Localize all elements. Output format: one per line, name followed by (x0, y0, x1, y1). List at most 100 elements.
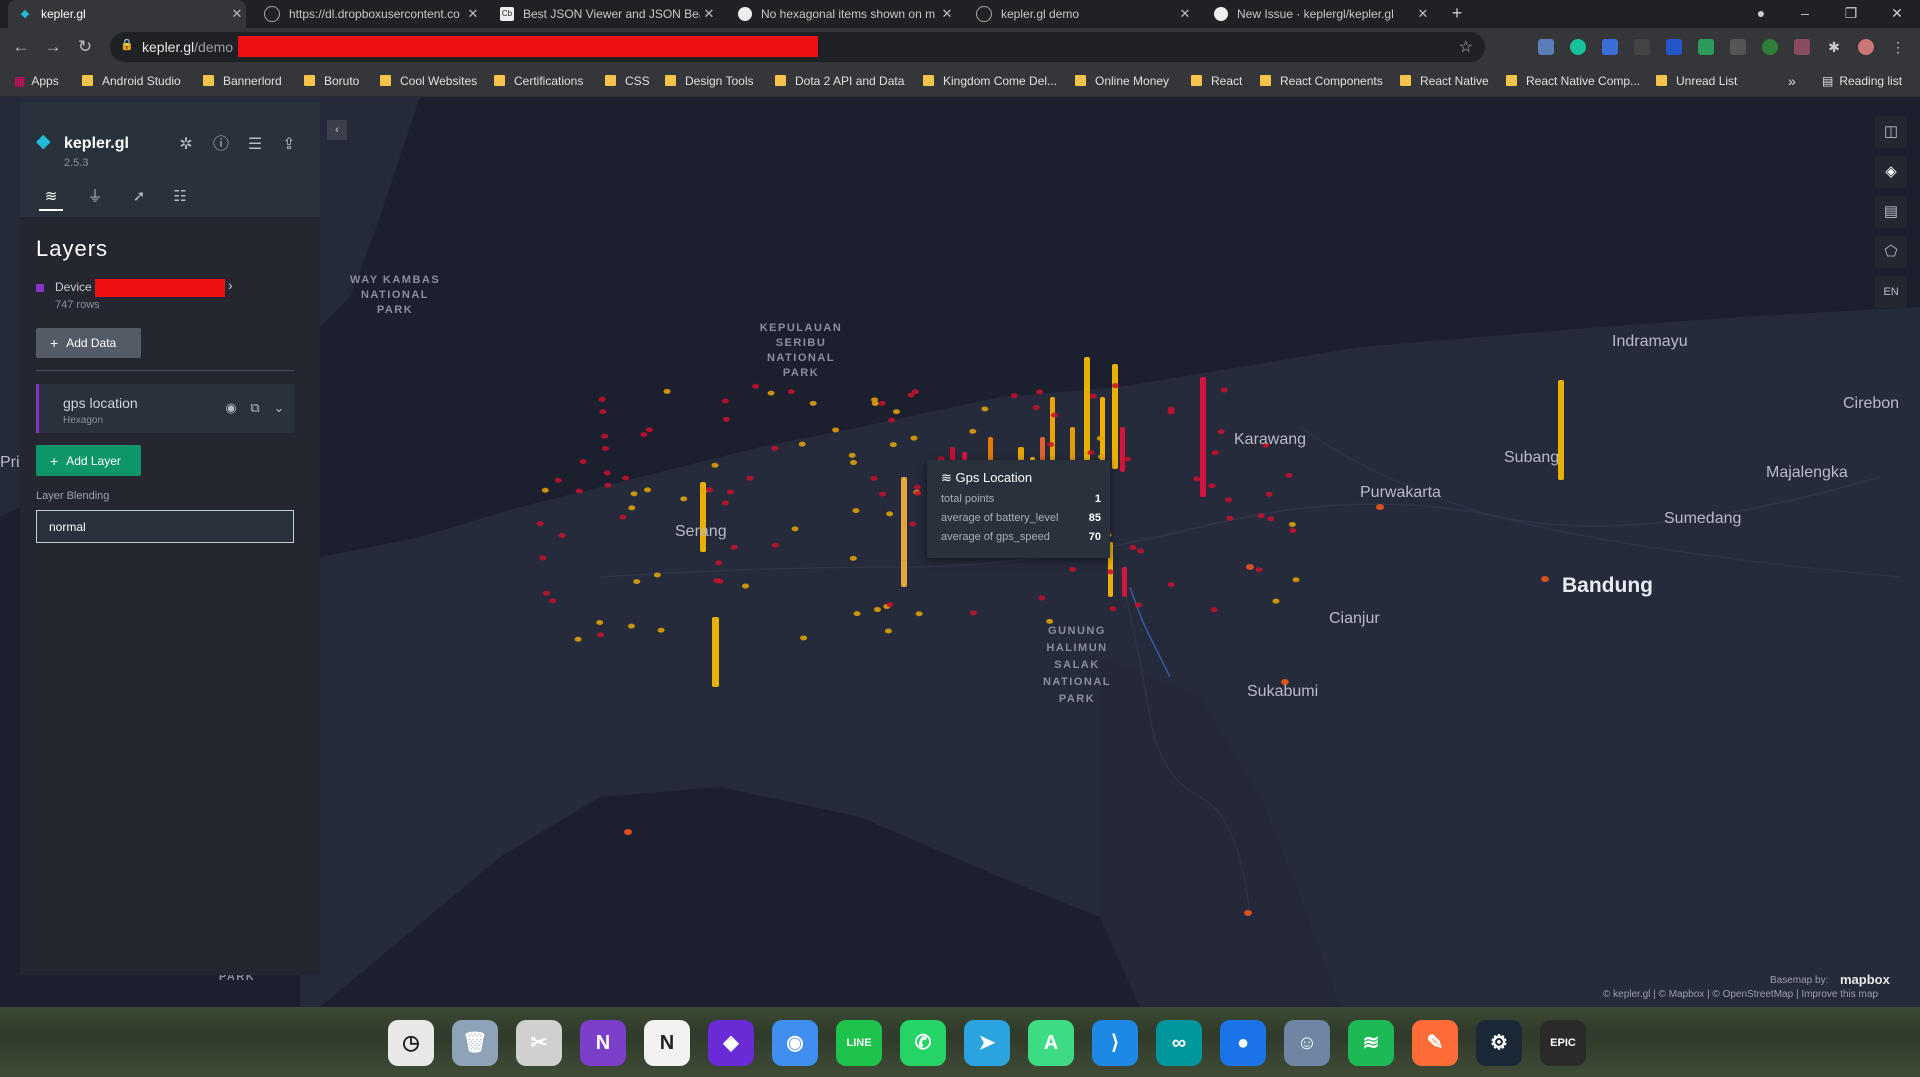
bookmark-folder[interactable]: Kingdom Come Del... (923, 66, 1057, 96)
dock-telegram-icon[interactable]: ➤ (964, 1020, 1010, 1066)
tab-filters[interactable]: ⏚ (83, 185, 107, 209)
tab-layers[interactable]: ≋ (39, 185, 63, 211)
close-icon[interactable]: ✕ (938, 6, 956, 22)
back-button[interactable]: ← (8, 34, 34, 60)
dock-postman-icon[interactable]: ✎ (1412, 1020, 1458, 1066)
bookmark-folder[interactable]: React (1191, 66, 1242, 96)
dock-prism-icon[interactable]: ◆ (708, 1020, 754, 1066)
dock-vscode-icon[interactable]: ⟩ (1092, 1020, 1138, 1066)
tab-dropbox[interactable]: https://dl.dropboxusercontent.co ✕ (254, 0, 482, 28)
eye-icon[interactable]: ◉ (222, 399, 240, 417)
extension-icon[interactable] (1634, 39, 1650, 55)
restore-button[interactable]: ❐ (1828, 0, 1874, 28)
extension-icon[interactable] (1762, 39, 1778, 55)
dock-onenote-icon[interactable]: N (580, 1020, 626, 1066)
extension-icon[interactable] (1794, 39, 1810, 55)
collapse-panel-button[interactable]: ‹ (327, 120, 347, 140)
dock-steam-icon[interactable]: ⚙ (1476, 1020, 1522, 1066)
mapbox-logo[interactable]: mapbox (1840, 972, 1890, 987)
bug-icon[interactable]: ✲ (175, 134, 197, 156)
window-close-button[interactable]: ✕ (1874, 0, 1920, 28)
new-tab-button[interactable]: + (1442, 0, 1472, 28)
3d-map-button[interactable]: ◈ (1875, 156, 1907, 188)
dock-line-icon[interactable]: LINE (836, 1020, 882, 1066)
bookmark-apps[interactable]: ▦ Apps (14, 66, 59, 96)
more-bookmarks-button[interactable]: » (1788, 66, 1796, 96)
bookmark-folder[interactable]: Design Tools (665, 66, 753, 96)
bookmark-folder[interactable]: Dota 2 API and Data (775, 66, 904, 96)
hexagon-point (721, 398, 729, 404)
layer-card[interactable]: gps location Hexagon ◉ ⧉ ⌄ (36, 384, 294, 433)
extension-icon[interactable] (1602, 39, 1618, 55)
grammarly-icon[interactable] (1570, 39, 1586, 55)
address-bar[interactable]: 🔒 kepler.gl/demo ☆ (110, 32, 1485, 62)
kebab-menu-icon[interactable]: ⋮ (1890, 39, 1906, 55)
duplicate-icon[interactable]: ⧉ (246, 399, 264, 417)
hexagon-point (1098, 454, 1106, 460)
draw-polygon-button[interactable]: ⬠ (1875, 236, 1907, 268)
extension-icon[interactable] (1666, 39, 1682, 55)
bookmark-folder[interactable]: Android Studio (82, 66, 181, 96)
bookmark-folder[interactable]: Bannerlord (203, 66, 282, 96)
tab-new-issue[interactable]: New Issue · keplergl/kepler.gl ✕ (1204, 0, 1432, 28)
close-icon[interactable]: ✕ (228, 6, 246, 22)
tab-github-issue[interactable]: No hexagonal items shown on m ✕ (728, 0, 956, 28)
add-data-button[interactable]: + Add Data (36, 328, 141, 358)
dock-spotify-icon[interactable]: ≋ (1348, 1020, 1394, 1066)
dock-arduino-icon[interactable]: ∞ (1156, 1020, 1202, 1066)
dock-snipping-tool-icon[interactable]: ✂ (516, 1020, 562, 1066)
tab-json-viewer[interactable]: Cb Best JSON Viewer and JSON Bea ✕ (490, 0, 718, 28)
database-icon[interactable]: ☰ (244, 134, 266, 156)
dock-maps-icon[interactable]: ● (1220, 1020, 1266, 1066)
dock-clock-icon[interactable]: ◷ (388, 1020, 434, 1066)
add-layer-button[interactable]: + Add Layer (36, 445, 141, 476)
legend-button[interactable]: ▤ (1875, 196, 1907, 228)
forward-button[interactable]: → (40, 34, 66, 60)
chevron-down-icon[interactable]: ⌄ (270, 399, 288, 417)
tab-map-settings[interactable]: ☷ (168, 185, 192, 209)
dock-finder-icon[interactable]: ☺ (1284, 1020, 1330, 1066)
puzzle-icon[interactable]: ✱ (1826, 39, 1842, 55)
tab-search-icon[interactable]: ● (1738, 0, 1784, 28)
bookmark-folder[interactable]: Cool Websites (380, 66, 477, 96)
bookmark-folder[interactable]: Certifications (494, 66, 583, 96)
reading-list-button[interactable]: ▤ Reading list (1822, 66, 1902, 96)
hexagon-point (598, 396, 606, 402)
bookmark-folder[interactable]: React Components (1260, 66, 1383, 96)
bookmark-star-icon[interactable]: ☆ (1459, 37, 1473, 57)
chevron-right-icon[interactable]: › (228, 277, 233, 293)
minimize-button[interactable]: – (1782, 0, 1828, 28)
extension-icon[interactable] (1730, 39, 1746, 55)
split-map-button[interactable]: ◫ (1875, 116, 1907, 148)
dock-trash-icon[interactable]: 🗑 (452, 1020, 498, 1066)
dataset-name[interactable]: Device (55, 280, 92, 294)
close-icon[interactable]: ✕ (1176, 6, 1194, 22)
extension-icon[interactable] (1698, 39, 1714, 55)
bookmark-folder[interactable]: Unread List (1656, 66, 1737, 96)
share-icon[interactable]: ⇪ (278, 134, 300, 156)
dock-notion-icon[interactable]: N (644, 1020, 690, 1066)
locale-button[interactable]: EN (1875, 276, 1907, 308)
dock-chrome-icon[interactable]: ◉ (772, 1020, 818, 1066)
hexagon-column (1050, 397, 1055, 467)
bookmark-folder[interactable]: CSS (605, 66, 650, 96)
bookmark-folder[interactable]: React Native (1400, 66, 1489, 96)
bookmark-folder[interactable]: React Native Comp... (1506, 66, 1640, 96)
dock-android-studio-icon[interactable]: A (1028, 1020, 1074, 1066)
bookmark-folder[interactable]: Online Money (1075, 66, 1169, 96)
avatar[interactable] (1858, 39, 1874, 55)
tab-kepler-demo[interactable]: kepler.gl demo ✕ (966, 0, 1194, 28)
close-icon[interactable]: ✕ (700, 6, 718, 22)
close-icon[interactable]: ✕ (1414, 6, 1432, 22)
extension-icon[interactable] (1538, 39, 1554, 55)
dock-epic-games-icon[interactable]: EPIC (1540, 1020, 1586, 1066)
map-attribution[interactable]: © kepler.gl | © Mapbox | © OpenStreetMap… (1603, 989, 1878, 1000)
layer-blending-select[interactable]: normal (36, 510, 294, 543)
info-icon[interactable]: ⓘ (210, 134, 232, 156)
bookmark-folder[interactable]: Boruto (304, 66, 359, 96)
dock-whatsapp-icon[interactable]: ✆ (900, 1020, 946, 1066)
tab-kepler[interactable]: ◆ kepler.gl ✕ (8, 0, 246, 28)
reload-button[interactable]: ↻ (72, 34, 98, 60)
tab-interactions[interactable]: ➚ (127, 185, 151, 209)
close-icon[interactable]: ✕ (464, 6, 482, 22)
